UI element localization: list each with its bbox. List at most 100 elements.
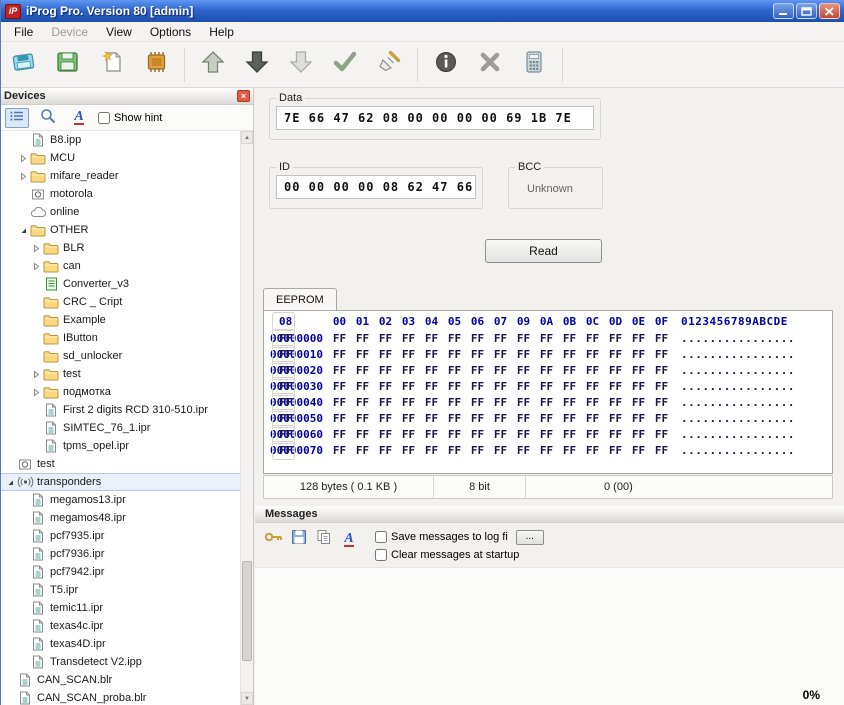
menu-device[interactable]: Device [42, 23, 97, 41]
hex-byte-cell[interactable]: FF [604, 412, 627, 425]
tree-item-ibutton[interactable]: IButton [1, 329, 240, 347]
hex-byte-cell[interactable]: FF [581, 348, 604, 361]
font-button[interactable]: A [67, 108, 91, 128]
messages-font-button[interactable]: A [338, 529, 360, 549]
tree-item-simtec-76-1-ipr[interactable]: SIMTEC_76_1.ipr [1, 419, 240, 437]
upload-button[interactable] [194, 46, 232, 84]
new-file-button[interactable] [93, 46, 131, 84]
cancel-button[interactable] [471, 46, 509, 84]
hex-byte-cell[interactable]: FF [650, 396, 673, 409]
hex-byte-cell[interactable]: FF [351, 364, 374, 377]
hex-byte-cell[interactable]: FF [443, 364, 466, 377]
hex-byte-cell[interactable]: FF [558, 332, 581, 345]
hex-byte-cell[interactable]: FF [604, 348, 627, 361]
clear-log-button[interactable] [263, 529, 285, 549]
tab-eeprom[interactable]: EEPROM [263, 288, 337, 310]
hex-byte-cell[interactable]: FF [535, 396, 558, 409]
hex-byte-cell[interactable]: FF [512, 380, 535, 393]
tree-item-pcf7935-ipr[interactable]: pcf7935.ipr [1, 527, 240, 545]
tree-item-transponders[interactable]: transponders [1, 473, 240, 491]
hex-byte-cell[interactable]: FF [443, 332, 466, 345]
tree-expanded-expander-icon[interactable] [17, 226, 29, 235]
tree-item-подмотка[interactable]: подмотка [1, 383, 240, 401]
hex-byte-cell[interactable]: FF [443, 380, 466, 393]
hex-byte-cell[interactable]: FF [489, 444, 512, 457]
save-log-checkbox-input[interactable] [375, 531, 387, 543]
hex-byte-cell[interactable]: FF [627, 444, 650, 457]
hex-byte-cell[interactable]: FF [328, 412, 351, 425]
save-log-checkbox[interactable]: Save messages to log fi [375, 531, 508, 543]
hex-byte-cell[interactable]: FF [581, 396, 604, 409]
tree-item-b8-ipp[interactable]: B8.ipp [1, 131, 240, 149]
scrollbar-up-icon[interactable]: ▲ [241, 131, 253, 144]
hex-byte-cell[interactable]: FF [466, 412, 489, 425]
maximize-button[interactable] [796, 3, 817, 19]
copy-button[interactable] [313, 529, 335, 549]
tree-item-can-scan-proba-blr[interactable]: CAN_SCAN_proba.blr [1, 689, 240, 705]
tree-item-megamos48-ipr[interactable]: megamos48.ipr [1, 509, 240, 527]
hex-byte-cell[interactable]: FF [535, 380, 558, 393]
hex-byte-cell[interactable]: FF [328, 396, 351, 409]
tree-item-first-2-digits-rcd-310-510-ipr[interactable]: First 2 digits RCD 310-510.ipr [1, 401, 240, 419]
hex-byte-cell[interactable]: FF [604, 444, 627, 457]
calculator-button[interactable] [515, 46, 553, 84]
hex-byte-cell[interactable]: FF [512, 396, 535, 409]
hex-byte-cell[interactable]: FF [627, 332, 650, 345]
devices-close-button[interactable]: × [237, 90, 250, 102]
hex-byte-cell[interactable]: FF [328, 364, 351, 377]
hex-byte-cell[interactable]: FF [581, 332, 604, 345]
tree-item-pcf7942-ipr[interactable]: pcf7942.ipr [1, 563, 240, 581]
clean-button[interactable] [370, 46, 408, 84]
hex-byte-cell[interactable]: FF [535, 444, 558, 457]
tree-item-pcf7936-ipr[interactable]: pcf7936.ipr [1, 545, 240, 563]
hex-byte-cell[interactable]: FF [374, 332, 397, 345]
hex-byte-cell[interactable]: FF [397, 396, 420, 409]
hex-byte-cell[interactable]: FF [351, 428, 374, 441]
hex-byte-cell[interactable]: FF [627, 428, 650, 441]
tree-collapsed-expander-icon[interactable] [30, 244, 42, 253]
id-input[interactable]: 00 00 00 00 08 62 47 66 [276, 175, 476, 199]
hex-byte-cell[interactable]: FF [535, 348, 558, 361]
hex-byte-cell[interactable]: FF [466, 396, 489, 409]
hex-byte-cell[interactable]: FF [650, 332, 673, 345]
search-button[interactable] [36, 108, 60, 128]
save-log-button[interactable] [288, 529, 310, 549]
chip-button[interactable] [137, 46, 175, 84]
tree-item-online[interactable]: online [1, 203, 240, 221]
hex-byte-cell[interactable]: FF [512, 364, 535, 377]
hex-byte-cell[interactable]: FF [466, 444, 489, 457]
hex-byte-cell[interactable]: FF [420, 348, 443, 361]
hex-byte-cell[interactable]: FF [604, 380, 627, 393]
hex-byte-cell[interactable]: FF [489, 428, 512, 441]
hex-byte-cell[interactable]: FF [604, 332, 627, 345]
tree-collapsed-expander-icon[interactable] [17, 154, 29, 163]
hex-byte-cell[interactable]: FF [466, 332, 489, 345]
hex-byte-cell[interactable]: FF [420, 444, 443, 457]
hex-byte-cell[interactable]: FF [328, 380, 351, 393]
hex-byte-cell[interactable]: FF [351, 396, 374, 409]
hex-byte-cell[interactable]: FF [512, 428, 535, 441]
hex-byte-cell[interactable]: FF [535, 428, 558, 441]
hex-byte-cell[interactable]: FF [374, 364, 397, 377]
hex-byte-cell[interactable]: FF [558, 396, 581, 409]
hex-byte-cell[interactable]: FF [397, 444, 420, 457]
hex-byte-cell[interactable]: FF [489, 332, 512, 345]
hex-byte-cell[interactable]: FF [558, 348, 581, 361]
tree-collapsed-expander-icon[interactable] [30, 370, 42, 379]
hex-byte-cell[interactable]: FF [374, 396, 397, 409]
hex-byte-cell[interactable]: FF [420, 332, 443, 345]
hex-byte-cell[interactable]: FF [650, 380, 673, 393]
menu-view[interactable]: View [97, 23, 141, 41]
hex-byte-cell[interactable]: FF [397, 428, 420, 441]
hex-byte-cell[interactable]: FF [397, 380, 420, 393]
hex-byte-cell[interactable]: FF [443, 428, 466, 441]
hex-byte-cell[interactable]: FF [466, 364, 489, 377]
menu-help[interactable]: Help [200, 23, 243, 41]
hex-byte-cell[interactable]: FF [374, 444, 397, 457]
read-button[interactable]: Read [485, 239, 602, 263]
data-input[interactable]: 7E 66 47 62 08 00 00 00 00 69 1B 7E [276, 106, 594, 130]
tree-item-mcu[interactable]: MCU [1, 149, 240, 167]
save-file-button[interactable] [49, 46, 87, 84]
device-tree[interactable]: B8.ipp MCU mifare_reader motorola online OTHE… [1, 131, 240, 705]
hex-byte-cell[interactable]: FF [397, 364, 420, 377]
